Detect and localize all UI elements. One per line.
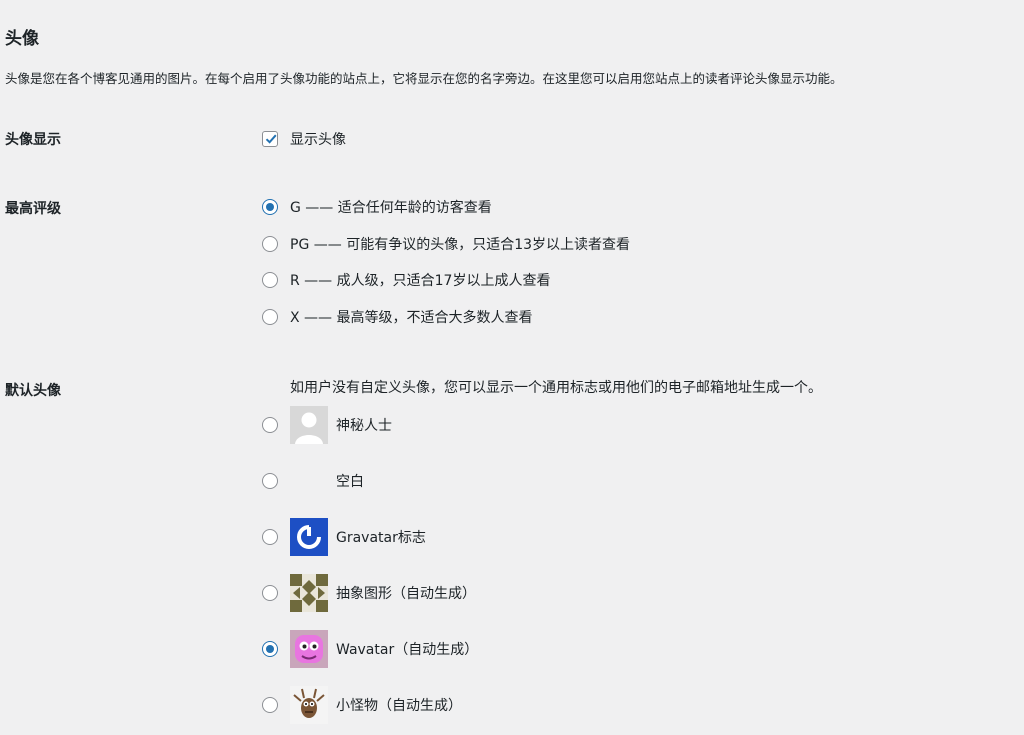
rating-radio-r[interactable]	[262, 272, 278, 288]
avatar-option-monster[interactable]: 小怪物（自动生成）	[262, 685, 462, 725]
section-title: 头像	[5, 29, 39, 49]
avatar-option-label: Wavatar（自动生成）	[336, 642, 479, 658]
avatar-option-label: 小怪物（自动生成）	[336, 698, 462, 714]
rating-radio-x[interactable]	[262, 309, 278, 325]
avatar-radio-monster[interactable]	[262, 697, 278, 713]
avatar-display-label: 头像显示	[5, 132, 61, 148]
max-rating-label: 最高评级	[5, 201, 61, 217]
default-avatar-description: 如用户没有自定义头像，您可以显示一个通用标志或用他们的电子邮箱地址生成一个。	[290, 380, 822, 396]
rating-option-label: PG —— 可能有争议的头像，只适合13岁以上读者查看	[290, 237, 631, 253]
show-avatars-option[interactable]: 显示头像	[262, 127, 346, 151]
default-avatar-label: 默认头像	[5, 383, 61, 399]
show-avatars-checkbox[interactable]	[262, 131, 278, 147]
rating-option-r[interactable]: R —— 成人级，只适合17岁以上成人查看	[262, 268, 550, 292]
checkmark-icon	[265, 134, 277, 144]
rating-option-pg[interactable]: PG —— 可能有争议的头像，只适合13岁以上读者查看	[262, 232, 630, 256]
rating-option-label: X —— 最高等级，不适合大多数人查看	[290, 310, 533, 326]
rating-radio-g[interactable]	[262, 199, 278, 215]
avatar-option-blank[interactable]: 空白	[262, 461, 364, 501]
section-description: 头像是您在各个博客见通用的图片。在每个启用了头像功能的站点上，它将显示在您的名字…	[5, 71, 843, 86]
rating-option-label: G —— 适合任何年龄的访客查看	[290, 200, 492, 216]
avatar-radio-identicon[interactable]	[262, 585, 278, 601]
avatar-radio-mystery[interactable]	[262, 417, 278, 433]
avatar-radio-wavatar[interactable]	[262, 641, 278, 657]
monster-icon	[290, 686, 328, 724]
avatar-option-label: Gravatar标志	[336, 530, 426, 546]
avatar-option-wavatar[interactable]: Wavatar（自动生成）	[262, 629, 478, 669]
identicon-icon	[290, 574, 328, 612]
show-avatars-text: 显示头像	[290, 132, 346, 148]
avatar-option-label: 抽象图形（自动生成）	[336, 586, 476, 602]
avatar-radio-blank[interactable]	[262, 473, 278, 489]
wavatar-icon	[290, 630, 328, 668]
avatar-option-gravatar[interactable]: Gravatar标志	[262, 517, 426, 557]
rating-option-x[interactable]: X —— 最高等级，不适合大多数人查看	[262, 305, 533, 329]
avatar-option-label: 神秘人士	[336, 418, 392, 434]
rating-option-g[interactable]: G —— 适合任何年龄的访客查看	[262, 195, 492, 219]
avatar-option-identicon[interactable]: 抽象图形（自动生成）	[262, 573, 476, 613]
blank-icon	[290, 462, 328, 500]
avatar-radio-gravatar[interactable]	[262, 529, 278, 545]
rating-option-label: R —— 成人级，只适合17岁以上成人查看	[290, 273, 551, 289]
mystery-person-icon	[290, 406, 328, 444]
gravatar-logo-icon	[290, 518, 328, 556]
rating-radio-pg[interactable]	[262, 236, 278, 252]
avatar-option-mystery[interactable]: 神秘人士	[262, 405, 392, 445]
avatar-option-label: 空白	[336, 474, 364, 490]
